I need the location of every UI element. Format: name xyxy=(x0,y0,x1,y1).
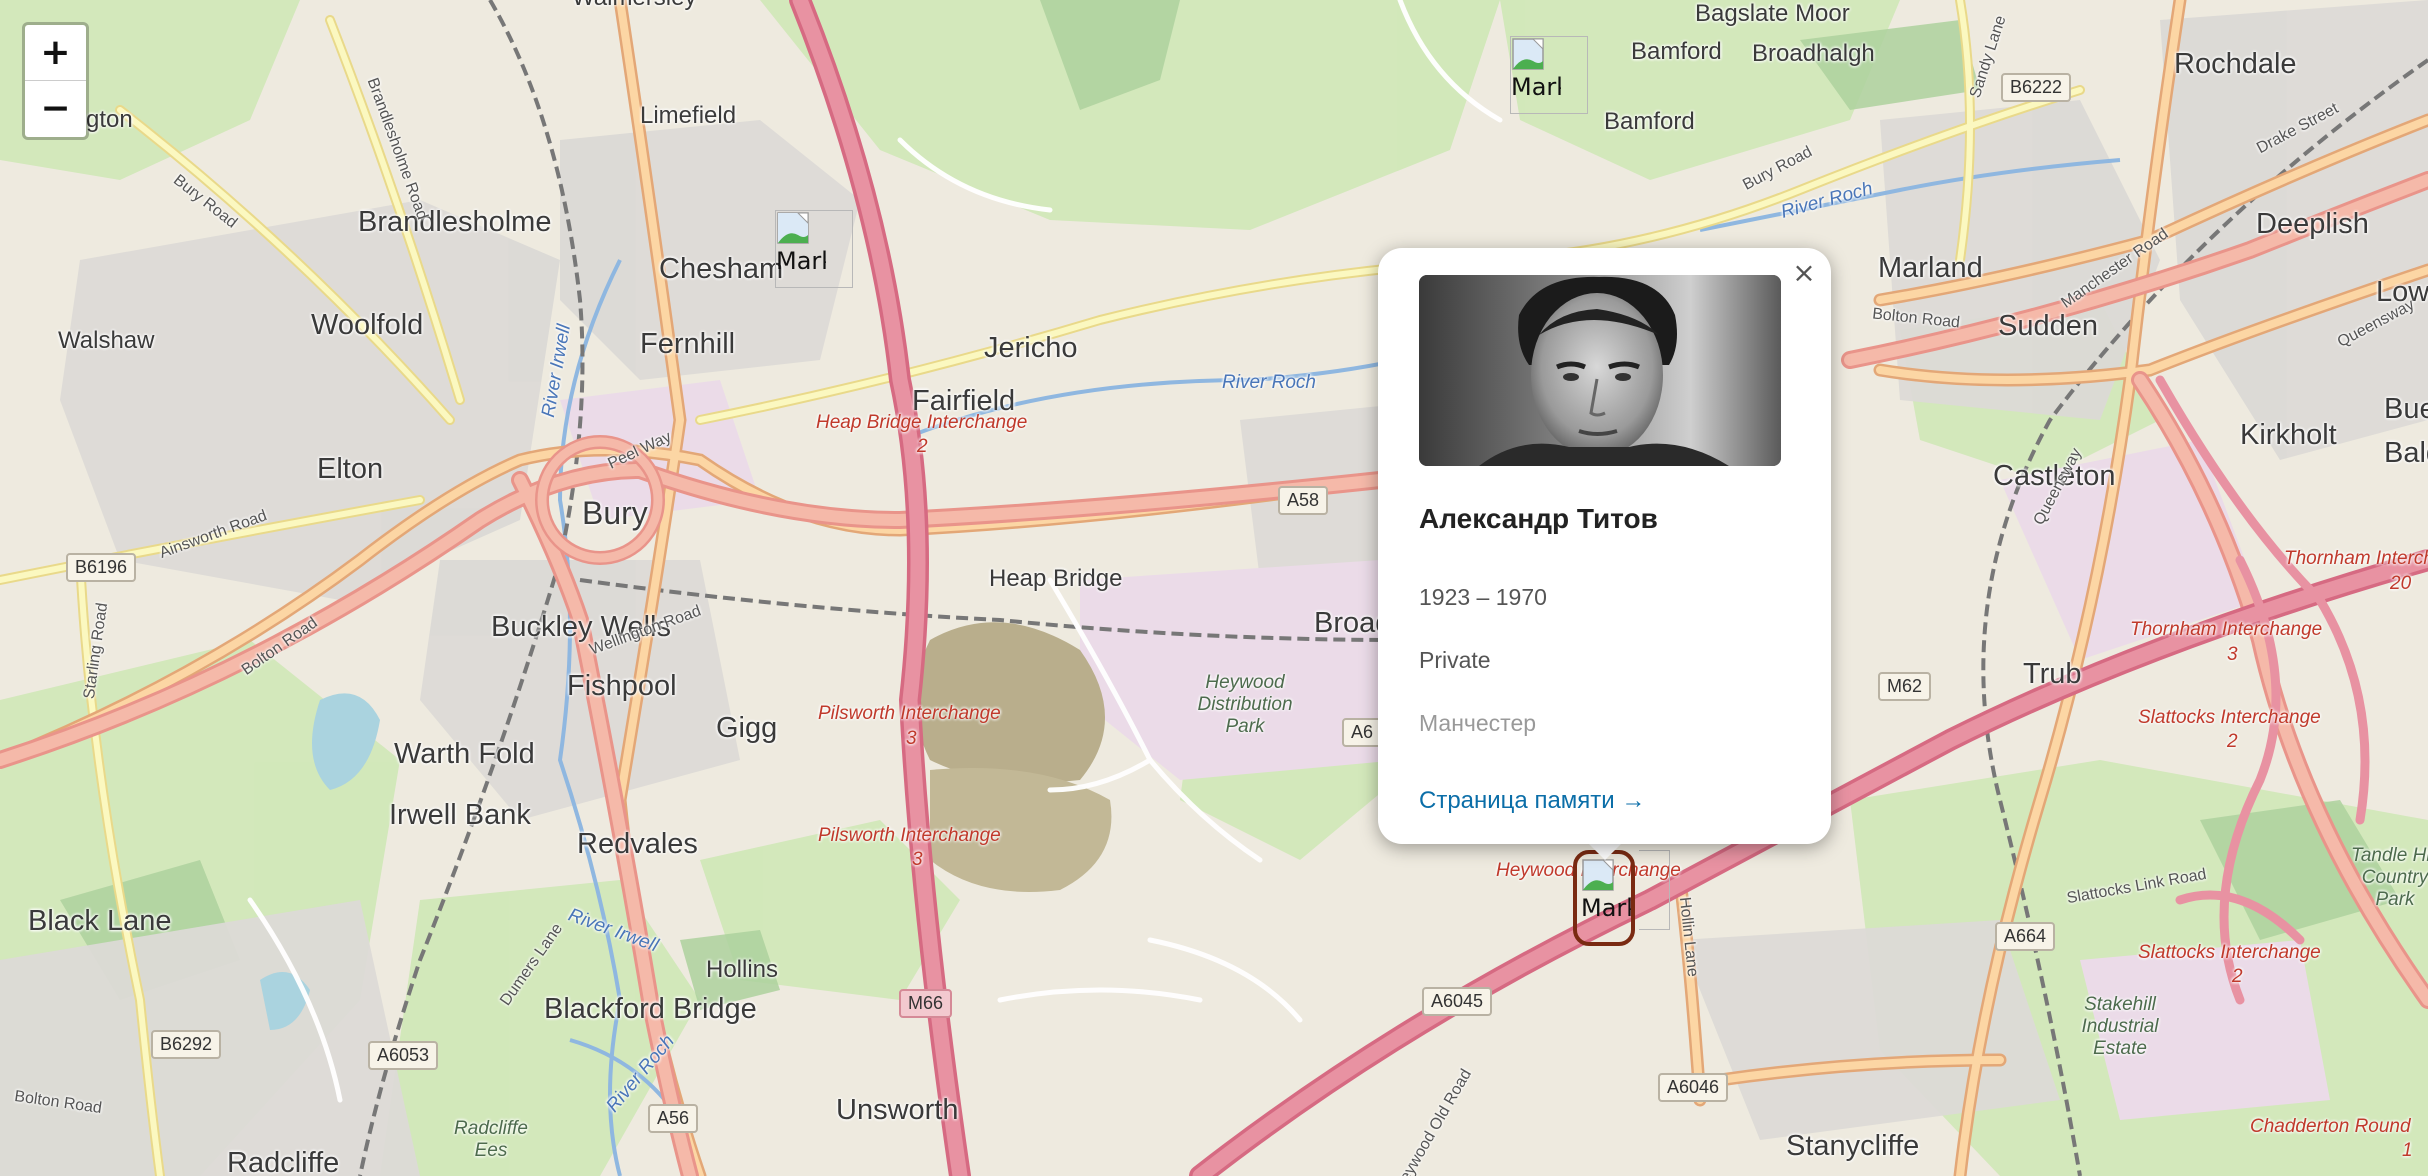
road-shield: A6053 xyxy=(368,1041,439,1070)
place-label: Jericho xyxy=(984,332,1078,364)
place-label: Woolfold xyxy=(311,309,424,341)
place-label: Balde xyxy=(2384,437,2428,469)
junction-label: Heap Bridge Interchange xyxy=(816,412,1028,433)
life-years: 1923 – 1970 xyxy=(1419,584,1547,610)
place-label: Heap Bridge xyxy=(989,565,1123,592)
place-label: Broadhalgh xyxy=(1752,40,1875,67)
close-icon[interactable]: × xyxy=(1787,256,1821,290)
person-name: Александр Титов xyxy=(1419,503,1658,534)
road-shield: M62 xyxy=(1878,672,1932,701)
place-label: Warth Fold xyxy=(394,738,535,770)
place-label-partial-top: Walmersley xyxy=(572,0,696,12)
junction-number: 2 xyxy=(2227,731,2238,752)
place-label: Stanycliffe xyxy=(1786,1130,1920,1162)
junction-number: 3 xyxy=(912,849,923,870)
place-label: Sudden xyxy=(1998,310,2098,342)
place-label: Irwell Bank xyxy=(389,799,531,831)
place-label: Bue xyxy=(2384,393,2428,425)
park-label: Heywood Distribution Park xyxy=(1197,672,1293,737)
marker-alt-text: Mark xyxy=(776,247,826,275)
map-marker[interactable]: Mark xyxy=(1510,36,1588,114)
road-shield: A664 xyxy=(1995,922,2056,951)
broken-image-icon xyxy=(1512,38,1544,70)
junction-number: 3 xyxy=(906,728,917,749)
road-shield: A6 xyxy=(1342,718,1383,747)
place-label: Chesham xyxy=(659,253,784,285)
place-label: Bagslate Moor xyxy=(1695,0,1850,27)
marker-alt-text: Mark xyxy=(1581,894,1631,922)
place-label: Brandlesholme xyxy=(358,206,552,238)
place-label: Hollins xyxy=(706,956,779,983)
junction-label: Thornham Interchange xyxy=(2130,619,2323,640)
junction-label: Slattocks Interchange xyxy=(2138,707,2321,728)
place-label: Fernhill xyxy=(640,328,736,360)
junction-label: Thornham Interchange xyxy=(2284,548,2428,569)
place-label: Redvales xyxy=(577,828,698,860)
portrait-photo xyxy=(1419,275,1781,466)
place-label: Kirkholt xyxy=(2240,419,2337,451)
place-label: Black Lane xyxy=(28,905,172,937)
junction-number: 1 xyxy=(2402,1140,2413,1161)
junction-label: Pilsworth Interchange xyxy=(818,825,1001,846)
military-rank: Private xyxy=(1419,647,1491,673)
broken-image-icon xyxy=(777,212,809,244)
place-label: Gigg xyxy=(716,712,778,744)
road-shield: B6196 xyxy=(66,553,137,582)
marker-shadow xyxy=(1639,850,1670,930)
place-label: Fishpool xyxy=(567,670,677,702)
place-label: Rochdale xyxy=(2174,48,2297,80)
place-label: Blackford Bridge xyxy=(544,993,757,1025)
junction-label: Slattocks Interchange xyxy=(2138,942,2321,963)
junction-number: 2 xyxy=(2232,966,2243,987)
junction-number: 3 xyxy=(2227,644,2238,665)
road-shield: A58 xyxy=(1278,486,1329,515)
zoom-in-button[interactable]: + xyxy=(25,25,86,81)
broken-image-icon xyxy=(1582,859,1614,891)
place-label: Deeplish xyxy=(2256,208,2369,240)
place-label: Bury xyxy=(582,495,648,531)
map-canvas[interactable]: Walmersley Bagslate Moor Bamford Broadha… xyxy=(0,0,2428,1176)
zoom-control: + − xyxy=(22,22,89,140)
road-shield: A56 xyxy=(648,1104,699,1133)
marker-popup: × Александр Титов 1923 – 1970 Private Ма… xyxy=(1378,248,1831,844)
map-marker[interactable]: Mark xyxy=(775,210,853,288)
memorial-page-link[interactable]: Страница памяти → xyxy=(1419,787,1645,815)
road-shield: B6292 xyxy=(151,1030,222,1059)
road-shield: M66 xyxy=(899,989,953,1018)
road-shield: A6045 xyxy=(1422,987,1493,1016)
park-label: Radcliffe Ees xyxy=(454,1118,528,1161)
place-label: Bamford xyxy=(1604,108,1695,135)
road-shield: A6046 xyxy=(1658,1073,1729,1102)
place-label: Bamford xyxy=(1631,38,1722,65)
place-label: Walshaw xyxy=(58,327,155,354)
city-name: Манчестер xyxy=(1419,710,1537,736)
junction-label: Chadderton Round xyxy=(2250,1116,2411,1137)
park-label: Stakehill Industrial Estate xyxy=(2081,994,2159,1059)
junction-number: 2 xyxy=(917,436,928,457)
place-label: Limefield xyxy=(640,102,737,129)
park-label: Tandle Hill Country Park xyxy=(2350,845,2428,910)
zoom-out-button[interactable]: − xyxy=(25,81,86,137)
place-label: Marland xyxy=(1878,252,1983,284)
place-label: Trub xyxy=(2023,658,2082,690)
place-label: Radcliffe xyxy=(227,1147,340,1176)
place-label: gton xyxy=(86,106,133,133)
water-label: River Roch xyxy=(1222,372,1316,393)
junction-number: 20 xyxy=(2390,573,2412,594)
place-label: Elton xyxy=(317,453,384,485)
map-marker-selected[interactable]: Mark xyxy=(1573,850,1670,946)
road-shield: B6222 xyxy=(2001,73,2072,102)
junction-label: Pilsworth Interchange xyxy=(818,703,1001,724)
place-label: Unsworth xyxy=(836,1094,959,1126)
marker-alt-text: Mark xyxy=(1511,73,1561,101)
